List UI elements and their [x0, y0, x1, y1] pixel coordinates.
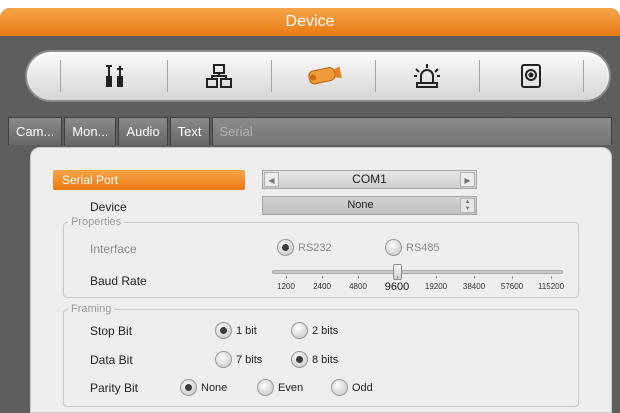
radio-button — [215, 351, 232, 368]
stop-bit-label: Stop Bit — [90, 324, 133, 338]
slider-tick — [436, 276, 437, 279]
radio-parity-odd-label: Odd — [352, 381, 373, 394]
storage-icon[interactable] — [479, 52, 583, 100]
radio-parity-none-label: None — [201, 381, 228, 394]
radio-rs232[interactable]: RS232 — [277, 239, 332, 256]
baud-tick-2400: 2400 — [313, 282, 331, 291]
radio-stop-2bits[interactable]: 2 bits — [291, 322, 338, 339]
tab-audio[interactable]: Audio — [118, 117, 168, 145]
tab-serial[interactable]: Serial — [211, 117, 612, 145]
device-window: Device Cam... Mon... Audio Text Serial S… — [0, 8, 620, 413]
radio-button — [215, 322, 232, 339]
slider-tick — [551, 276, 552, 279]
slider-tick — [286, 276, 287, 279]
slider-tick — [474, 276, 475, 279]
baud-tick-1200: 1200 — [277, 282, 295, 291]
toolbar-divider — [583, 60, 584, 92]
radio-stop-1bit[interactable]: 1 bit — [215, 322, 257, 339]
slider-tick — [397, 276, 398, 279]
baud-tick-9600: 9600 — [384, 281, 410, 293]
radio-button — [331, 379, 348, 396]
tab-monitor[interactable]: Mon... — [64, 117, 117, 145]
camera-icon[interactable] — [271, 52, 375, 100]
serial-port-value: COM1 — [352, 172, 387, 186]
radio-stop-1bit-label: 1 bit — [236, 324, 257, 337]
radio-data-8bits[interactable]: 8 bits — [291, 351, 338, 368]
baud-rate-label: Baud Rate — [90, 274, 147, 288]
radio-parity-odd[interactable]: Odd — [331, 379, 373, 396]
radio-data-7bits[interactable]: 7 bits — [215, 351, 262, 368]
slider-tick — [358, 276, 359, 279]
radio-parity-none[interactable]: None — [180, 379, 227, 396]
radio-stop-2bits-label: 2 bits — [312, 324, 339, 337]
arrow-right-icon[interactable]: ▶ — [460, 172, 475, 187]
radio-button — [291, 322, 308, 339]
baud-tick-4800: 4800 — [349, 282, 367, 291]
radio-data-8bits-label: 8 bits — [312, 353, 339, 366]
radio-button — [180, 379, 197, 396]
network-icon[interactable] — [167, 52, 271, 100]
baud-tick-38400: 38400 — [462, 282, 486, 291]
alarm-icon[interactable] — [375, 52, 479, 100]
category-toolbar — [25, 50, 611, 102]
serial-port-selector[interactable]: ◀ COM1 ▶ — [262, 170, 477, 189]
parity-bit-label: Parity Bit — [90, 381, 139, 395]
radio-parity-even[interactable]: Even — [257, 379, 303, 396]
properties-legend: Properties — [71, 216, 122, 228]
chevron-updown-icon[interactable]: ▲ ▼ — [460, 198, 475, 213]
radio-parity-even-label: Even — [278, 381, 304, 394]
radio-rs485[interactable]: RS485 — [385, 239, 440, 256]
radio-rs485-label: RS485 — [406, 241, 440, 254]
baud-tick-57600: 57600 — [500, 282, 524, 291]
slider-tick — [512, 276, 513, 279]
radio-data-7bits-label: 7 bits — [236, 353, 263, 366]
settings-tabs: Cam... Mon... Audio Text Serial — [8, 117, 612, 145]
serial-settings-panel: Serial Port ◀ COM1 ▶ Device None ▲ ▼ Prop… — [30, 147, 612, 413]
interface-label: Interface — [90, 242, 137, 256]
radio-rs232-label: RS232 — [298, 241, 332, 254]
radio-button — [385, 239, 402, 256]
baud-rate-slider-track[interactable] — [272, 270, 563, 274]
tools-icon[interactable] — [63, 52, 167, 100]
data-bit-label: Data Bit — [90, 353, 133, 367]
device-value: None — [347, 199, 374, 211]
baud-tick-115200: 115200 — [537, 282, 565, 291]
device-select[interactable]: None ▲ ▼ — [262, 196, 477, 215]
device-label: Device — [90, 200, 127, 214]
serial-port-label: Serial Port — [53, 170, 245, 190]
radio-button — [291, 351, 308, 368]
tab-camera[interactable]: Cam... — [8, 117, 63, 145]
toolbar-divider — [60, 60, 61, 92]
framing-legend: Framing — [71, 303, 112, 315]
tab-text[interactable]: Text — [169, 117, 210, 145]
baud-tick-19200: 19200 — [424, 282, 448, 291]
window-title: Device — [0, 8, 620, 36]
radio-button — [277, 239, 294, 256]
slider-tick — [322, 276, 323, 279]
radio-button — [257, 379, 274, 396]
